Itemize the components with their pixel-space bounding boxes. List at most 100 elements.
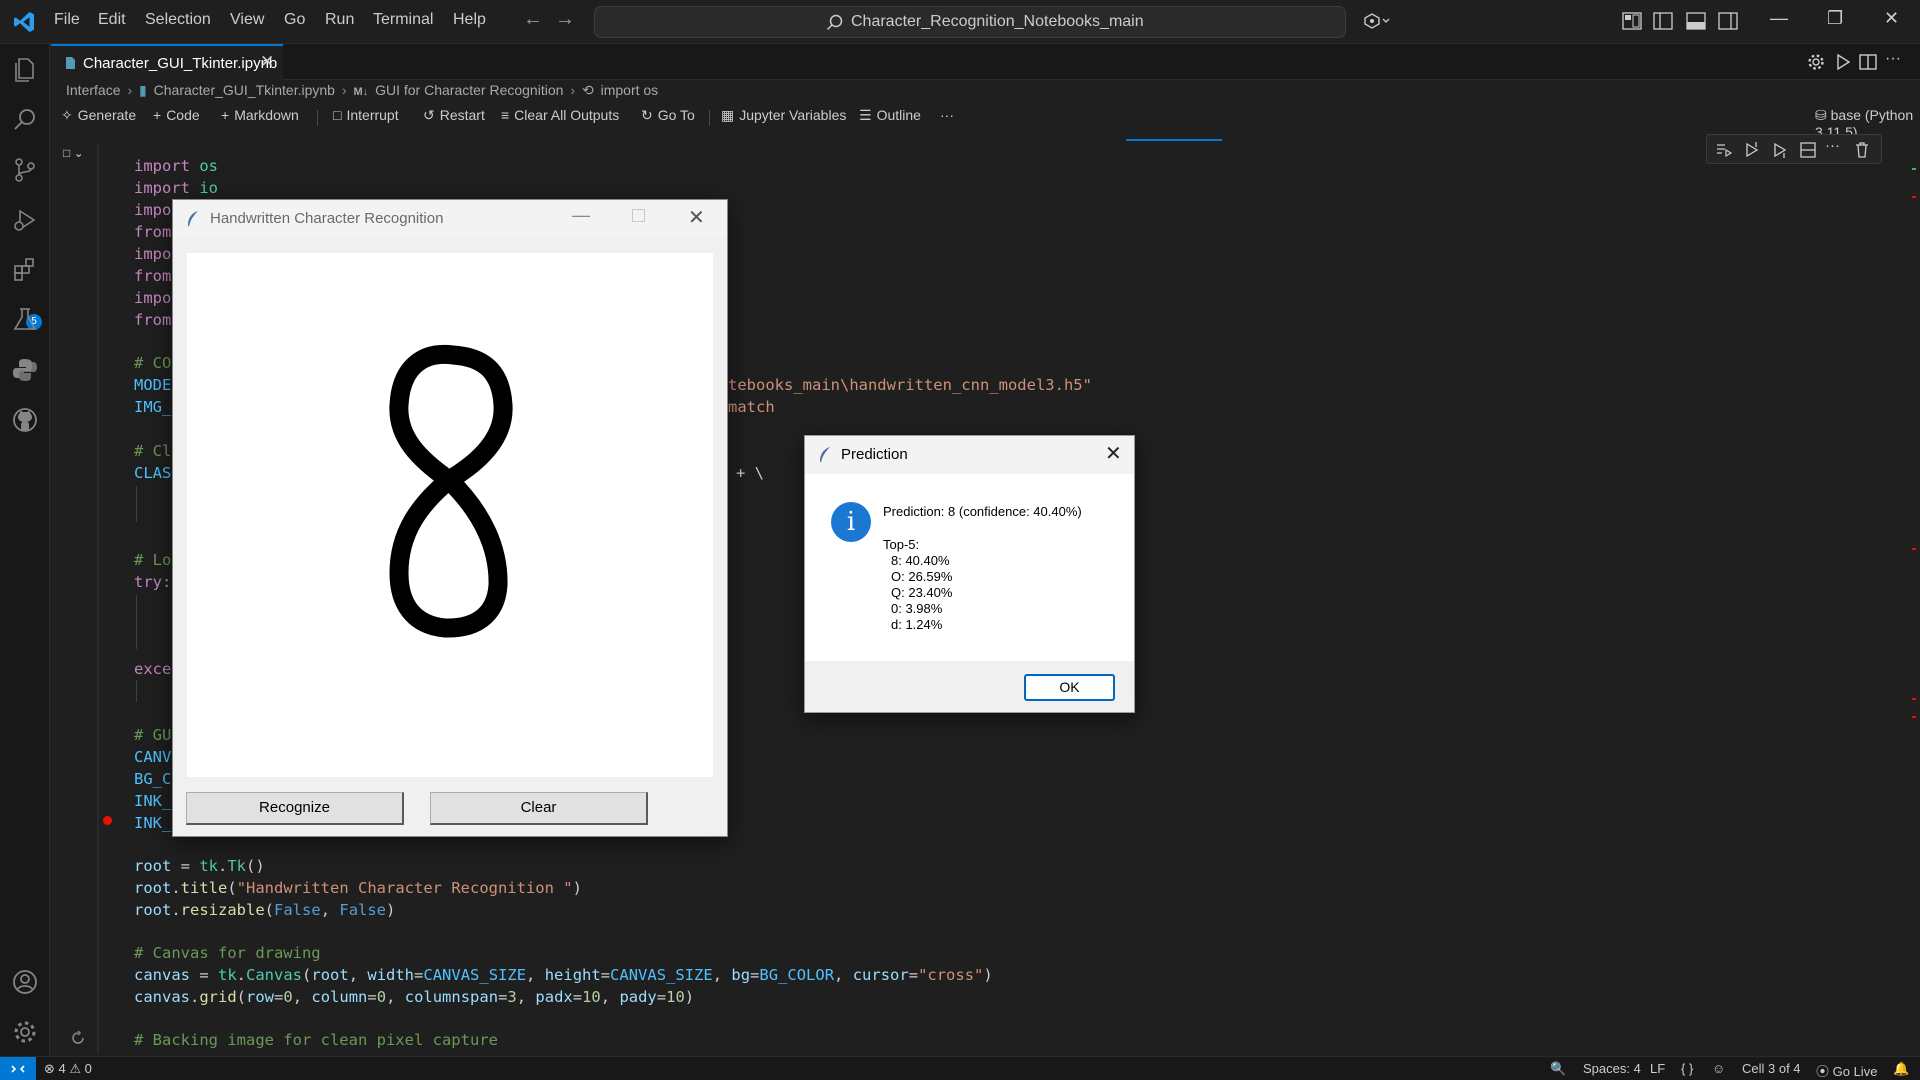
code-line[interactable]: canvas.grid(row=0, column=0, columnspan=… xyxy=(134,986,694,1008)
more-actions-icon[interactable]: ··· xyxy=(1825,137,1843,155)
code-line-tail[interactable]: match xyxy=(728,396,775,418)
code-line[interactable]: exce xyxy=(134,658,171,680)
more-actions-icon[interactable]: ··· xyxy=(1885,50,1905,70)
clear-all-outputs-button[interactable]: ≡ Clear All Outputs xyxy=(501,107,619,123)
menu-go[interactable]: Go xyxy=(284,11,305,29)
gear-icon[interactable] xyxy=(1806,52,1826,72)
generate-button[interactable]: ✧ Generate xyxy=(61,107,136,124)
code-line[interactable]: BG_C xyxy=(134,768,171,790)
code-line[interactable]: from xyxy=(134,265,171,287)
restart-button[interactable]: ↺ Restart xyxy=(423,107,485,124)
code-line[interactable]: # Cl xyxy=(134,440,171,462)
menu-edit[interactable]: Edit xyxy=(98,11,126,29)
copilot-icon[interactable] xyxy=(1362,10,1392,32)
code-line[interactable]: canvas = tk.Canvas(root, width=CANVAS_SI… xyxy=(134,964,993,986)
add-code-cell-button[interactable]: + Code xyxy=(153,107,200,123)
github-icon[interactable] xyxy=(11,406,39,434)
code-line[interactable]: import os xyxy=(134,155,218,177)
code-line[interactable]: # CO xyxy=(134,352,171,374)
menu-help[interactable]: Help xyxy=(453,11,486,29)
eol-status[interactable]: LF xyxy=(1650,1061,1665,1076)
ok-button[interactable]: OK xyxy=(1024,674,1115,701)
code-line[interactable]: root = tk.Tk() xyxy=(134,855,265,877)
run-by-line-icon[interactable] xyxy=(1715,141,1733,159)
code-line[interactable]: # Lo xyxy=(134,549,171,571)
indentation-status[interactable]: Spaces: 4 xyxy=(1583,1061,1641,1076)
tab-character-gui-tkinter[interactable]: Character_GUI_Tkinter.ipynb ✕ xyxy=(51,44,283,81)
outline-button[interactable]: ☰ Outline xyxy=(859,107,921,124)
close-icon[interactable]: ✕ xyxy=(260,52,274,72)
code-line[interactable]: # Canvas for drawing xyxy=(134,942,321,964)
close-icon[interactable]: ✕ xyxy=(688,205,705,230)
code-line[interactable]: from xyxy=(134,221,171,243)
go-live-button[interactable]: ⦿ Go Live xyxy=(1816,1061,1877,1080)
split-editor-icon[interactable] xyxy=(1858,52,1878,72)
code-line[interactable]: INK_ xyxy=(134,812,171,834)
delete-trash-icon[interactable] xyxy=(1853,141,1871,159)
testing-flask-icon[interactable] xyxy=(11,306,39,334)
toggle-panel-icon[interactable] xyxy=(1686,12,1706,30)
code-line[interactable]: impo xyxy=(134,199,171,221)
jupyter-variables-button[interactable]: ▦ Jupyter Variables xyxy=(721,107,846,124)
code-line-tail[interactable]: tebooks_main\handwritten_cnn_model3.h5" xyxy=(728,374,1092,396)
notifications-bell-icon[interactable]: 🔔 xyxy=(1893,1061,1909,1077)
code-line[interactable]: impo xyxy=(134,243,171,265)
source-control-icon[interactable] xyxy=(11,156,39,184)
toggle-primary-sidebar-icon[interactable] xyxy=(1653,12,1673,30)
settings-gear-icon[interactable] xyxy=(11,1018,39,1046)
problems-indicator[interactable]: ⊗ 4 ⚠ 0 xyxy=(44,1061,92,1077)
run-debug-icon[interactable] xyxy=(11,206,39,234)
window-close-icon[interactable]: ✕ xyxy=(1884,8,1899,29)
code-line[interactable]: from xyxy=(134,309,171,331)
back-arrow-icon[interactable]: ← xyxy=(523,8,543,31)
cell-position-status[interactable]: Cell 3 of 4 xyxy=(1742,1061,1801,1076)
code-line-tail[interactable]: + \ xyxy=(736,462,764,484)
add-markdown-cell-button[interactable]: + Markdown xyxy=(221,107,299,123)
forward-arrow-icon[interactable]: → xyxy=(555,8,575,31)
window-minimize-icon[interactable]: — xyxy=(1770,8,1788,29)
language-braces-status[interactable]: { } xyxy=(1681,1061,1693,1076)
zoom-icon[interactable]: 🔍 xyxy=(1550,1061,1566,1077)
code-line[interactable]: CANV xyxy=(134,746,171,768)
remote-indicator[interactable] xyxy=(0,1057,36,1080)
close-icon[interactable]: ✕ xyxy=(1105,441,1122,466)
code-line[interactable]: root.title("Handwritten Character Recogn… xyxy=(134,877,582,899)
code-line[interactable]: IMG_ xyxy=(134,396,171,418)
menu-selection[interactable]: Selection xyxy=(145,11,211,29)
code-line[interactable]: root.resizable(False, False) xyxy=(134,899,395,921)
code-line[interactable]: impo xyxy=(134,287,171,309)
go-to-button[interactable]: ↻ Go To xyxy=(641,107,695,124)
prediction-dialog-titlebar[interactable]: Prediction ✕ xyxy=(805,436,1134,474)
code-line[interactable]: try: xyxy=(134,571,171,593)
cell-collapse-toggle[interactable]: □ ⌄ xyxy=(63,146,93,162)
breakpoint-dot[interactable] xyxy=(103,816,112,825)
interrupt-button[interactable]: □ Interrupt xyxy=(333,107,399,123)
breadcrumb-file[interactable]: Character_GUI_Tkinter.ipynb xyxy=(154,82,335,98)
window-restore-icon[interactable]: ❐ xyxy=(1827,8,1843,29)
menu-view[interactable]: View xyxy=(230,11,264,29)
python-icon[interactable] xyxy=(11,356,39,384)
execute-above-icon[interactable] xyxy=(1743,141,1761,159)
clear-button[interactable]: Clear xyxy=(430,792,648,825)
menu-run[interactable]: Run xyxy=(325,11,354,29)
customize-layout-icon[interactable] xyxy=(1622,12,1642,30)
execute-below-icon[interactable] xyxy=(1771,141,1789,159)
search-icon[interactable] xyxy=(11,106,39,134)
breadcrumb-markdown-cell[interactable]: GUI for Character Recognition xyxy=(375,82,563,98)
breadcrumb-folder[interactable]: Interface xyxy=(66,82,120,98)
command-center-search[interactable]: Character_Recognition_Notebooks_main xyxy=(594,6,1346,38)
drawing-canvas[interactable] xyxy=(187,253,713,777)
code-line[interactable]: CLAS xyxy=(134,462,171,484)
accounts-icon[interactable] xyxy=(11,968,39,996)
code-line[interactable]: MODE xyxy=(134,374,171,396)
tk-window-titlebar[interactable]: Handwritten Character Recognition — ✕ xyxy=(173,200,727,238)
explorer-icon[interactable] xyxy=(11,56,39,84)
run-all-play-icon[interactable] xyxy=(1833,52,1853,72)
more-actions-icon[interactable]: ··· xyxy=(940,107,954,123)
code-line[interactable]: INK_ xyxy=(134,790,171,812)
recognize-button[interactable]: Recognize xyxy=(186,792,404,825)
code-line[interactable]: import io xyxy=(134,177,218,199)
copilot-status-icon[interactable]: ☺ xyxy=(1712,1061,1725,1076)
minimize-icon[interactable]: — xyxy=(572,205,590,226)
code-line[interactable]: # GU xyxy=(134,724,171,746)
